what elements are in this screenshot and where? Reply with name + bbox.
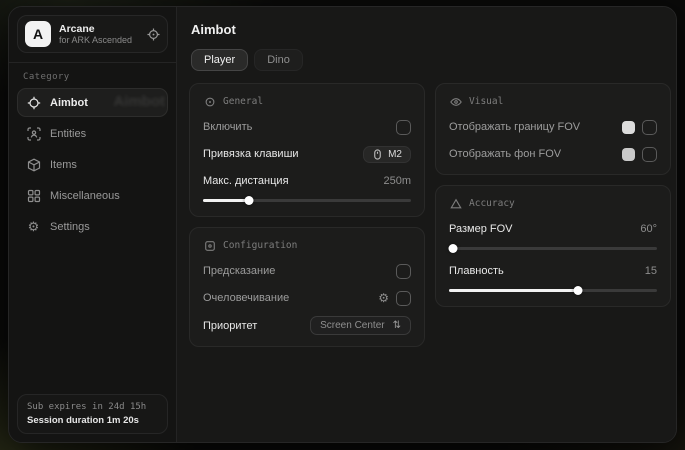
humanize-checkbox[interactable] xyxy=(396,291,411,306)
brand-logo: A xyxy=(25,21,51,47)
right-column: Visual Отображать границу FOV Отображать… xyxy=(435,83,671,307)
fov-bg-color-swatch[interactable] xyxy=(622,148,635,161)
smoothness-value: 15 xyxy=(645,265,657,277)
fov-bg-label: Отображать фон FOV xyxy=(449,148,561,160)
subscription-info-card: Sub expires in 24d 15h Session duration … xyxy=(17,394,168,434)
page-title: Aimbot xyxy=(191,22,671,37)
smoothness-slider[interactable] xyxy=(449,286,657,295)
target-tabs: Player Dino xyxy=(191,49,671,71)
sidebar-item-label: Items xyxy=(50,159,77,171)
sidebar-item-label: Miscellaneous xyxy=(50,190,120,202)
package-icon xyxy=(26,157,41,172)
fov-border-row: Отображать границу FOV xyxy=(449,118,657,136)
category-label: Category xyxy=(23,72,162,82)
distance-slider[interactable] xyxy=(203,196,411,205)
keybind-row: Привязка клавиши M2 xyxy=(203,145,411,163)
sidebar-item-settings[interactable]: ⚙ Settings xyxy=(17,212,168,241)
section-title-visual: Visual xyxy=(469,96,503,107)
left-column: General Включить Привязка клавиши xyxy=(189,83,425,347)
gear-icon: ⚙ xyxy=(26,219,41,234)
distance-value: 250m xyxy=(383,175,411,187)
aimbot-watermark: Aimbot xyxy=(113,93,165,110)
enable-checkbox[interactable] xyxy=(396,120,411,135)
cheat-menu-window: A Arcane for ARK Ascended Category xyxy=(8,6,677,443)
crosshair-icon xyxy=(26,95,41,110)
fov-border-label: Отображать границу FOV xyxy=(449,121,580,133)
configuration-card: Configuration Предсказание Очеловечивани… xyxy=(189,227,425,347)
priority-value: Screen Center xyxy=(320,320,384,331)
scan-person-icon xyxy=(26,126,41,141)
slider-thumb[interactable] xyxy=(449,244,458,253)
sidebar-item-entities[interactable]: Entities xyxy=(17,119,168,148)
sub-expires-text: Sub expires in 24d 15h xyxy=(27,402,158,412)
main-panel: Aimbot Player Dino General xyxy=(177,7,677,442)
sidebar-item-miscellaneous[interactable]: Miscellaneous xyxy=(17,181,168,210)
prediction-label: Предсказание xyxy=(203,265,275,277)
priority-row: Приоритет Screen Center ⇅ xyxy=(203,316,411,335)
fov-border-color-swatch[interactable] xyxy=(622,121,635,134)
target-icon[interactable] xyxy=(147,28,160,41)
section-title-configuration: Configuration xyxy=(223,240,297,251)
fov-size-label: Размер FOV xyxy=(449,223,512,235)
tab-dino[interactable]: Dino xyxy=(254,49,303,71)
sidebar-item-aimbot[interactable]: Aimbot Aimbot xyxy=(17,88,168,117)
general-card: General Включить Привязка клавиши xyxy=(189,83,425,217)
visual-eye-icon xyxy=(449,95,462,108)
keybind-label: Привязка клавиши xyxy=(203,148,299,160)
select-arrows-icon: ⇅ xyxy=(393,320,401,331)
sidebar-item-items[interactable]: Items xyxy=(17,150,168,179)
fov-size-row: Размер FOV 60° xyxy=(449,220,657,238)
sidebar: A Arcane for ARK Ascended Category xyxy=(9,7,177,442)
fov-bg-row: Отображать фон FOV xyxy=(449,145,657,163)
tab-player[interactable]: Player xyxy=(191,49,248,71)
fov-bg-checkbox[interactable] xyxy=(642,147,657,162)
settings-grid: General Включить Привязка клавиши xyxy=(189,83,671,347)
prediction-row: Предсказание xyxy=(203,262,411,280)
humanize-label: Очеловечивание xyxy=(203,292,289,304)
brand-card: A Arcane for ARK Ascended xyxy=(17,15,168,53)
sidebar-item-label: Settings xyxy=(50,221,90,233)
keybind-button[interactable]: M2 xyxy=(363,146,411,163)
grid-icon xyxy=(26,188,41,203)
general-target-icon xyxy=(203,95,216,108)
fov-size-value: 60° xyxy=(640,223,657,235)
slider-thumb[interactable] xyxy=(573,286,582,295)
priority-label: Приоритет xyxy=(203,320,257,332)
prediction-checkbox[interactable] xyxy=(396,264,411,279)
humanize-row: Очеловечивание ⚙ xyxy=(203,289,411,307)
section-title-accuracy: Accuracy xyxy=(469,198,515,209)
enable-row: Включить xyxy=(203,118,411,136)
fov-size-slider[interactable] xyxy=(449,244,657,253)
configuration-icon xyxy=(203,239,216,252)
smoothness-row: Плавность 15 xyxy=(449,262,657,280)
brand-subtitle: for ARK Ascended xyxy=(59,35,139,45)
slider-thumb[interactable] xyxy=(244,196,253,205)
distance-label: Макс. дистанция xyxy=(203,175,289,187)
accuracy-triangle-icon xyxy=(449,197,462,210)
session-duration-text: Session duration 1m 20s xyxy=(27,415,158,426)
sidebar-item-label: Entities xyxy=(50,128,86,140)
enable-label: Включить xyxy=(203,121,252,133)
priority-dropdown[interactable]: Screen Center ⇅ xyxy=(310,316,411,335)
brand-title: Arcane xyxy=(59,23,139,35)
category-nav: Aimbot Aimbot Entities Items xyxy=(17,88,168,241)
visual-card: Visual Отображать границу FOV Отображать… xyxy=(435,83,671,175)
fov-border-checkbox[interactable] xyxy=(642,120,657,135)
sidebar-divider xyxy=(9,62,176,63)
sidebar-item-label: Aimbot xyxy=(50,97,88,109)
humanize-settings-gear-icon[interactable]: ⚙ xyxy=(378,292,389,304)
distance-row: Макс. дистанция 250m xyxy=(203,172,411,190)
mouse-icon xyxy=(372,149,383,160)
section-title-general: General xyxy=(223,96,263,107)
smoothness-label: Плавность xyxy=(449,265,504,277)
accuracy-card: Accuracy Размер FOV 60° Плавность 15 xyxy=(435,185,671,307)
keybind-value: M2 xyxy=(388,149,402,160)
